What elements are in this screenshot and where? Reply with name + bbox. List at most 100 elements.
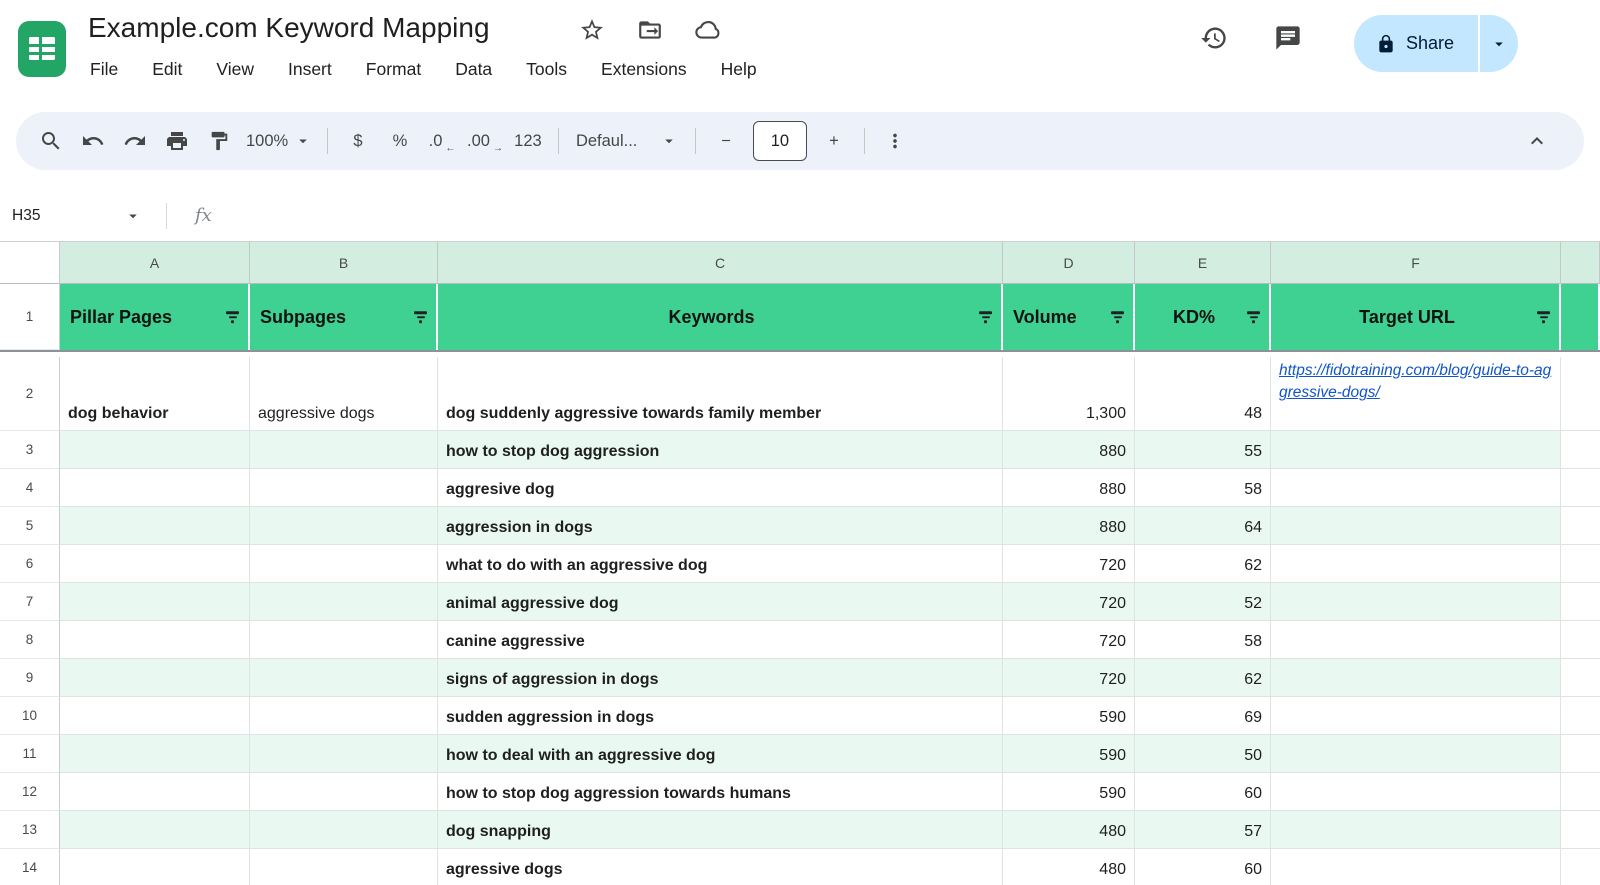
- menu-view[interactable]: View: [214, 56, 256, 83]
- cell-beyond-range[interactable]: [1561, 357, 1600, 431]
- cell-pillar-page[interactable]: [60, 583, 250, 621]
- star-icon[interactable]: [578, 16, 606, 44]
- version-history-icon[interactable]: [1200, 24, 1228, 52]
- cell-subpage[interactable]: [250, 697, 438, 735]
- column-header-g-partial[interactable]: [1561, 242, 1600, 284]
- cell-target-url[interactable]: [1271, 469, 1561, 507]
- row-number[interactable]: 12: [0, 773, 60, 811]
- name-box[interactable]: H35: [0, 207, 142, 225]
- menu-edit[interactable]: Edit: [150, 56, 184, 83]
- menu-insert[interactable]: Insert: [286, 56, 334, 83]
- sheets-logo-icon[interactable]: [17, 20, 67, 78]
- cell-pillar-page[interactable]: [60, 735, 250, 773]
- header-g-partial[interactable]: [1561, 284, 1600, 350]
- header-kd[interactable]: KD%: [1135, 284, 1271, 350]
- cell-subpage[interactable]: [250, 659, 438, 697]
- cell-pillar-page[interactable]: [60, 811, 250, 849]
- cell-keyword[interactable]: how to stop dog aggression towards human…: [438, 773, 1003, 811]
- cell-target-url[interactable]: [1271, 431, 1561, 469]
- menu-extensions[interactable]: Extensions: [599, 56, 689, 83]
- cell-subpage[interactable]: [250, 583, 438, 621]
- cell-volume[interactable]: 480: [1003, 849, 1135, 885]
- row-number[interactable]: 10: [0, 697, 60, 735]
- comments-icon[interactable]: [1274, 24, 1302, 52]
- undo-button[interactable]: [72, 120, 114, 162]
- menu-data[interactable]: Data: [453, 56, 494, 83]
- cell-kd[interactable]: 55: [1135, 431, 1271, 469]
- share-button[interactable]: Share: [1354, 15, 1478, 72]
- cell-keyword[interactable]: animal aggressive dog: [438, 583, 1003, 621]
- cell-target-url[interactable]: [1271, 621, 1561, 659]
- filter-icon[interactable]: [1247, 311, 1260, 323]
- cell-subpage[interactable]: [250, 811, 438, 849]
- cell-beyond-range[interactable]: [1561, 507, 1600, 545]
- cell-volume[interactable]: 720: [1003, 583, 1135, 621]
- cell-kd[interactable]: 60: [1135, 849, 1271, 885]
- increase-decimal-button[interactable]: .00→: [463, 120, 507, 162]
- cell-pillar-page[interactable]: [60, 507, 250, 545]
- header-target-url[interactable]: Target URL: [1271, 284, 1561, 350]
- cell-volume[interactable]: 720: [1003, 545, 1135, 583]
- cell-beyond-range[interactable]: [1561, 735, 1600, 773]
- cell-beyond-range[interactable]: [1561, 849, 1600, 885]
- row-number[interactable]: 2: [0, 357, 60, 431]
- header-keywords[interactable]: Keywords: [438, 284, 1003, 350]
- cell-subpage[interactable]: [250, 431, 438, 469]
- share-dropdown-button[interactable]: [1480, 15, 1518, 72]
- cell-beyond-range[interactable]: [1561, 811, 1600, 849]
- cell-keyword[interactable]: sudden aggression in dogs: [438, 697, 1003, 735]
- cell-keyword[interactable]: how to stop dog aggression: [438, 431, 1003, 469]
- cell-volume[interactable]: 480: [1003, 811, 1135, 849]
- cell-volume[interactable]: 880: [1003, 431, 1135, 469]
- cell-target-url[interactable]: [1271, 773, 1561, 811]
- hide-menus-button[interactable]: [1516, 120, 1558, 162]
- cell-beyond-range[interactable]: [1561, 545, 1600, 583]
- header-volume[interactable]: Volume: [1003, 284, 1135, 350]
- cell-subpage[interactable]: [250, 507, 438, 545]
- zoom-select[interactable]: 100%: [240, 120, 318, 162]
- cell-kd[interactable]: 69: [1135, 697, 1271, 735]
- decrease-decimal-button[interactable]: .0←: [421, 120, 463, 162]
- cell-kd[interactable]: 60: [1135, 773, 1271, 811]
- row-number[interactable]: 1: [0, 284, 60, 350]
- cell-keyword[interactable]: dog suddenly aggressive towards family m…: [438, 357, 1003, 431]
- cell-kd[interactable]: 64: [1135, 507, 1271, 545]
- move-to-folder-icon[interactable]: [636, 16, 664, 44]
- cell-target-url[interactable]: [1271, 735, 1561, 773]
- cell-subpage[interactable]: [250, 735, 438, 773]
- cell-pillar-page[interactable]: [60, 545, 250, 583]
- format-currency-button[interactable]: $: [337, 120, 379, 162]
- filter-icon[interactable]: [979, 311, 992, 323]
- filter-icon[interactable]: [1537, 311, 1550, 323]
- cell-target-url[interactable]: [1271, 697, 1561, 735]
- column-header-e[interactable]: E: [1135, 242, 1271, 284]
- column-header-a[interactable]: A: [60, 242, 250, 284]
- cell-target-url[interactable]: [1271, 811, 1561, 849]
- cell-kd[interactable]: 52: [1135, 583, 1271, 621]
- cell-subpage[interactable]: [250, 545, 438, 583]
- cell-keyword[interactable]: signs of aggression in dogs: [438, 659, 1003, 697]
- row-number[interactable]: 7: [0, 583, 60, 621]
- row-number[interactable]: 3: [0, 431, 60, 469]
- cell-volume[interactable]: 880: [1003, 507, 1135, 545]
- cell-beyond-range[interactable]: [1561, 583, 1600, 621]
- cell-target-url[interactable]: [1271, 545, 1561, 583]
- cell-beyond-range[interactable]: [1561, 621, 1600, 659]
- cell-target-url[interactable]: [1271, 849, 1561, 885]
- cell-keyword[interactable]: what to do with an aggressive dog: [438, 545, 1003, 583]
- increase-font-size-button[interactable]: +: [813, 120, 855, 162]
- cell-volume[interactable]: 590: [1003, 773, 1135, 811]
- format-percent-button[interactable]: %: [379, 120, 421, 162]
- cell-kd[interactable]: 62: [1135, 545, 1271, 583]
- target-url-link[interactable]: https://fidotraining.com/blog/guide-to-a…: [1279, 360, 1552, 405]
- cell-subpage[interactable]: [250, 773, 438, 811]
- cell-keyword[interactable]: aggression in dogs: [438, 507, 1003, 545]
- cell-subpage[interactable]: [250, 621, 438, 659]
- filter-icon[interactable]: [1111, 311, 1124, 323]
- header-pillar-pages[interactable]: Pillar Pages: [60, 284, 250, 350]
- cloud-status-icon[interactable]: [694, 16, 722, 44]
- cell-target-url[interactable]: [1271, 583, 1561, 621]
- row-number[interactable]: 8: [0, 621, 60, 659]
- cell-keyword[interactable]: canine aggressive: [438, 621, 1003, 659]
- cell-kd[interactable]: 57: [1135, 811, 1271, 849]
